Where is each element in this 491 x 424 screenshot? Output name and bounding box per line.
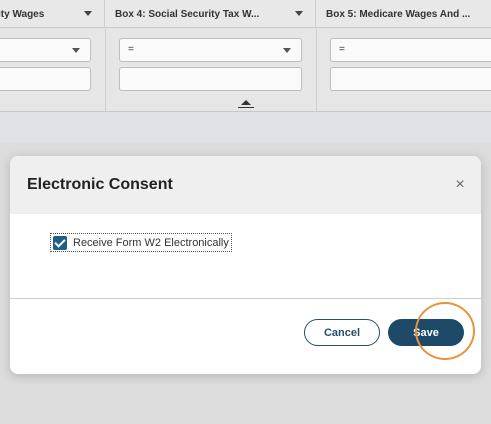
column-header-box4[interactable]: Box 4: Social Security Tax W... <box>105 0 316 28</box>
column-header-label: ity Wages <box>0 8 45 20</box>
consent-checkbox-label[interactable]: Receive Form W2 Electronically <box>73 237 229 249</box>
filter-operator-value: = <box>128 44 134 55</box>
electronic-consent-dialog: Electronic Consent × Receive Form W2 Ele… <box>10 156 481 374</box>
click-highlight-circle <box>415 302 475 360</box>
dialog-title: Electronic Consent <box>27 176 173 193</box>
filter-value-input[interactable] <box>119 67 302 91</box>
close-icon[interactable]: × <box>453 177 467 193</box>
chevron-down-icon[interactable] <box>84 11 92 16</box>
column-header-ss-wages[interactable]: ity Wages <box>0 0 105 28</box>
grid-body <box>0 112 491 142</box>
filter-operator-select[interactable]: = <box>119 38 302 62</box>
chevron-down-icon <box>72 48 80 53</box>
column-divider <box>105 28 106 112</box>
column-header-label: Box 4: Social Security Tax W... <box>115 8 260 20</box>
checkbox-checked-icon[interactable] <box>53 235 67 250</box>
filter-value-input[interactable] <box>0 67 91 91</box>
chevron-down-icon <box>283 48 291 53</box>
consent-checkbox-row[interactable]: Receive Form W2 Electronically <box>50 233 232 252</box>
column-header-label: Box 5: Medicare Wages And ... <box>326 8 471 20</box>
chevron-down-icon[interactable] <box>295 11 303 16</box>
column-divider <box>316 28 317 112</box>
column-header-box5[interactable]: Box 5: Medicare Wages And ... <box>316 0 491 28</box>
filter-operator-value: = <box>339 44 345 55</box>
collapse-filters-icon[interactable] <box>236 100 256 110</box>
filter-operator-select[interactable] <box>0 38 91 62</box>
filter-operator-select[interactable]: = <box>330 38 491 62</box>
cancel-button[interactable]: Cancel <box>304 319 380 346</box>
dialog-divider <box>10 298 481 299</box>
filter-value-input[interactable] <box>330 67 491 91</box>
